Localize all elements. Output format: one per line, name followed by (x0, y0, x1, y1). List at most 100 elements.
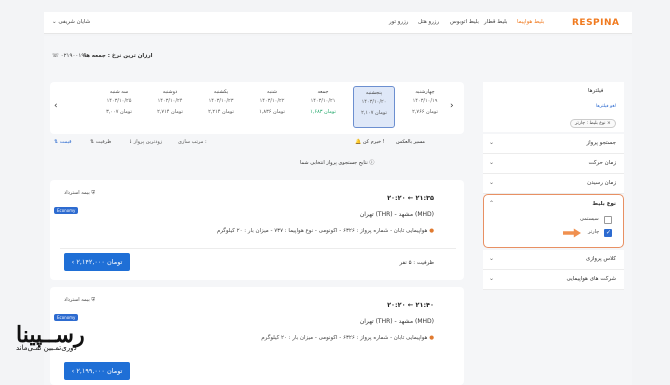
flight-time: ۲۰:۲۰ ← ۲۱:۳۵ (387, 194, 434, 202)
chevron-down-icon: ⌄ (489, 179, 495, 186)
date-day: جمعه (317, 89, 329, 95)
filter-label: زمان رسیدن (587, 180, 616, 186)
date-cell[interactable]: چهارشنبه ۱۴۰۳/۱۰/۱۹ ۲,۷۶۶ تومان (404, 86, 446, 128)
date-value: ۱۴۰۳/۱۰/۲۲ (259, 98, 285, 104)
filter-search-flight[interactable]: ⌄ جستجو پرواز (483, 134, 624, 154)
filter-label: نوع بلیط (592, 201, 616, 207)
date-day: دوشنبه (162, 89, 178, 95)
date-cell[interactable]: سه شنبه ۱۴۰۳/۱۰/۲۵ ۳,۰۰۷ تومان (98, 86, 140, 128)
chevron-left-icon[interactable]: ‹ (54, 101, 58, 111)
sort-capacity-label: ظرفیت (95, 139, 112, 145)
flight-details: هواپیمایی تابان - شماره پرواز : ۶۳۲۶ - ا… (217, 228, 434, 234)
brand-logo[interactable]: RESPINA (572, 18, 620, 28)
date-day: سه شنبه (109, 89, 129, 95)
chevron-down-icon: ⌄ (489, 139, 495, 146)
date-day: چهارشنبه (415, 89, 435, 95)
results-info: نتایج جستجوی پرواز انتخابی شما ⓘ (300, 159, 374, 166)
active-filter-chip[interactable]: نوع بلیط : چارتر × (570, 119, 616, 128)
nav-flight[interactable]: بلیط هواپیما (517, 19, 544, 25)
toggle-notify[interactable]: 🔔 خیرم کن ! (355, 139, 385, 145)
date-day: یکشنبه (213, 89, 229, 95)
chevron-down-icon: ⌄ (489, 159, 495, 166)
filter-ticket-type[interactable]: ⌃ نوع بلیط (483, 194, 624, 248)
filter-arrival-time[interactable]: ⌄ زمان رسیدن (483, 174, 624, 194)
flight-time: ۲۰:۲۰ ← ۲۱:۴۰ (387, 301, 434, 309)
chevron-down-icon: ⌄ (489, 255, 495, 262)
filter-label: جستجو پرواز (586, 140, 616, 146)
airline-logo: ● (429, 335, 434, 341)
sort-label: مرتب سازی : (178, 139, 207, 145)
date-cell[interactable]: یکشنبه ۱۴۰۳/۱۰/۲۳ ۲,۲۱۴ تومان (200, 86, 242, 128)
airline-logo: ● (429, 228, 434, 234)
filter-airlines[interactable]: ⌄ شرکت های هواپیمایی (483, 270, 624, 290)
date-value: ۱۴۰۳/۱۰/۲۳ (208, 98, 234, 104)
flight-details-text: هواپیمایی تابان - شماره پرواز : ۶۳۲۶ - ا… (261, 335, 428, 341)
nav-bus[interactable]: بلیط اتوبوس (450, 19, 479, 25)
filter-cabin-class[interactable]: ⌄ کلاس پروازی (483, 250, 624, 270)
price-button[interactable]: ‹ ۲,۱۴۲,۰۰۰ تومان (64, 253, 130, 271)
date-value: ۱۴۰۳/۱۰/۱۹ (412, 98, 438, 104)
sort-price[interactable]: ⇅ قیمت (54, 139, 71, 145)
economy-badge: Economy (54, 314, 79, 321)
nav-tour[interactable]: رزرو تور (389, 19, 408, 25)
phone-icon: ☏ (52, 53, 59, 59)
flight-card[interactable]: بیمه استرداد ⛨ Economy ۲۰:۲۰ ← ۲۱:۳۵ تهر… (50, 180, 464, 280)
nav-hotel[interactable]: رزرو هتل (418, 19, 439, 25)
date-price: ۲,۷۱۴ تومان (157, 109, 183, 115)
checkbox-charter[interactable] (604, 229, 612, 237)
option-system-label: سیستمی (580, 216, 599, 222)
checkbox-system[interactable] (604, 216, 612, 224)
filter-departure-time[interactable]: ⌄ زمان حرکت (483, 154, 624, 174)
phone-text: ۰۲۱۹۰۰۱۹۰۰ (60, 53, 91, 59)
date-price: ۱,۸۳۶ تومان (259, 109, 285, 115)
insurance-label: بیمه استرداد (64, 190, 90, 196)
sort-earliest-label: زودترین پرواز (133, 139, 163, 145)
filter-label: زمان حرکت (588, 160, 616, 166)
option-charter-label: چارتر (588, 229, 600, 235)
filter-label: شرکت های هواپیمایی (566, 276, 616, 282)
flight-details: هواپیمایی تابان - شماره پرواز : ۶۳۲۶ - ا… (261, 335, 434, 341)
date-value: ۱۴۰۳/۱۰/۲۰ (361, 99, 387, 105)
date-cell[interactable]: پنجشنبه ۱۴۰۳/۱۰/۲۰ ۲,۱۰۷ تومان (353, 86, 395, 128)
economy-badge: Economy (54, 207, 79, 214)
info-icon: ⓘ (369, 160, 375, 166)
capacity: ظرفیت : ۵ نفر (399, 260, 434, 266)
toggle-reverse-label[interactable]: مسیر بالعکس (396, 139, 425, 145)
price-button[interactable]: ‹ ۲,۱۹۹,۰۰۰ تومان (64, 362, 130, 380)
price-text: ۲,۱۹۹,۰۰۰ تومان (76, 367, 123, 375)
cheapest-fare: ارزان ترین نرخ : جمعه ها (84, 53, 153, 59)
phone-number: ☏ ۰۲۱۹۰۰۱۹۰۰ (52, 53, 90, 59)
date-cell[interactable]: جمعه ۱۴۰۳/۱۰/۲۱ ۱,۶۸۳ تومان (302, 86, 344, 128)
results-info-text: نتایج جستجوی پرواز انتخابی شما (300, 160, 368, 166)
sort-capacity[interactable]: ⇅ ظرفیت (90, 139, 111, 145)
refund-insurance: بیمه استرداد ⛨ (64, 297, 95, 303)
flight-route: تهران (THR) - مشهد (MHD) (359, 318, 434, 325)
flight-card[interactable]: بیمه استرداد ⛨ Economy ۲۰:۲۰ ← ۲۱:۴۰ تهر… (50, 287, 464, 385)
filter-label: کلاس پروازی (585, 256, 616, 262)
insurance-label: بیمه استرداد (64, 297, 90, 303)
nav-train[interactable]: بلیط قطار (484, 19, 507, 25)
price-text: ۲,۱۴۲,۰۰۰ تومان (76, 258, 123, 266)
chevron-down-icon: ⌄ (489, 275, 495, 282)
pointer-arrow-icon (563, 228, 581, 238)
flight-details-text: هواپیمایی تابان - شماره پرواز : ۶۳۲۶ - ا… (216, 228, 428, 234)
date-day: پنجشنبه (365, 90, 383, 96)
clear-filters-link[interactable]: لغو فیلترها (596, 104, 616, 109)
date-price: ۲,۲۱۴ تومان (208, 109, 234, 115)
date-value: ۱۴۰۳/۱۰/۲۱ (310, 98, 336, 104)
date-cell[interactable]: شنبه ۱۴۰۳/۱۰/۲۲ ۱,۸۳۶ تومان (251, 86, 293, 128)
shield-icon: ⛨ (91, 297, 96, 303)
filter-title: فیلترها (588, 88, 604, 94)
date-value: ۱۴۰۳/۱۰/۲۵ (106, 98, 132, 104)
bell-icon: 🔔 (355, 139, 362, 145)
chevron-right-icon[interactable]: › (450, 101, 454, 111)
user-menu[interactable]: ⌄ شایان شریفی (52, 19, 90, 25)
shield-icon: ⛨ (91, 190, 96, 196)
user-name: شایان شریفی (58, 19, 91, 25)
sort-earliest[interactable]: ⇂ زودترین پرواز (128, 139, 162, 145)
watermark-tagline: دوری‌تمـبین نمـی‌ماند (16, 344, 77, 352)
sort-price-label: قیمت (59, 139, 72, 145)
flight-route: تهران (THR) - مشهد (MHD) (359, 211, 434, 218)
date-cell[interactable]: دوشنبه ۱۴۰۳/۱۰/۲۴ ۲,۷۱۴ تومان (149, 86, 191, 128)
date-price: ۱,۶۸۳ تومان (310, 109, 336, 115)
